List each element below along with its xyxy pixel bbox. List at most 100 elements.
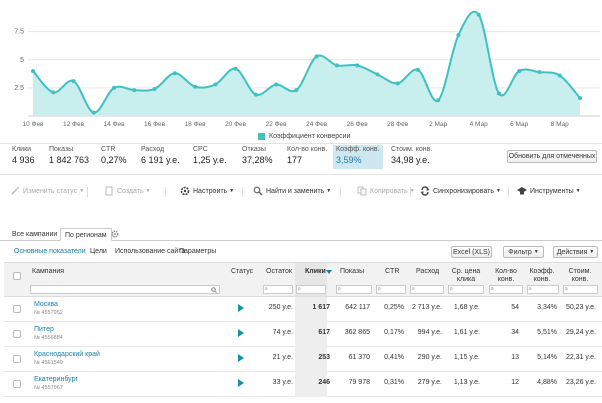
data-point[interactable] — [436, 98, 441, 103]
cell-ctr: 0,25% — [384, 304, 404, 311]
subtab-parameters[interactable]: Параметры — [179, 248, 216, 255]
find-replace-button[interactable]: Найти и заменить ▼ — [253, 186, 331, 196]
data-point[interactable] — [71, 79, 76, 84]
play-status-icon[interactable] — [238, 304, 244, 312]
row-checkbox[interactable] — [13, 330, 21, 338]
campaign-name-link[interactable]: Питер — [34, 326, 54, 333]
x-tick-label: 22 Фев — [266, 121, 288, 128]
campaign-name-link[interactable]: Москва — [34, 301, 58, 308]
play-status-icon[interactable] — [238, 379, 244, 387]
create-button[interactable]: Создать ▼ — [104, 186, 151, 196]
copy-button[interactable]: Копировать ▼ — [357, 186, 415, 196]
ctr-filter-input[interactable]: ≥ — [376, 285, 406, 294]
conv-rate-filter-input[interactable]: ≥ — [527, 285, 559, 294]
data-point[interactable] — [355, 63, 360, 68]
data-point[interactable] — [476, 12, 481, 17]
avg-cpc-filter-input[interactable]: ≥ — [448, 285, 484, 294]
tab-by-regions[interactable]: По регионам — [60, 228, 112, 241]
header-status[interactable]: Статус — [231, 268, 253, 276]
data-point[interactable] — [51, 90, 56, 95]
data-point[interactable] — [152, 87, 157, 91]
cell-clicks: 253 — [318, 354, 330, 361]
header-campaign[interactable]: Кампания — [32, 268, 64, 276]
data-point[interactable] — [395, 81, 400, 86]
export-excel-button[interactable]: Excel (XLS) — [451, 246, 492, 258]
row-checkbox[interactable] — [13, 355, 21, 363]
header-impressions[interactable]: Показы — [340, 268, 364, 276]
table-row[interactable]: Екатеринбург № 4557967 33 у.е. 246 79 97… — [4, 372, 602, 397]
header-spend[interactable]: Расход — [416, 268, 439, 276]
tab-settings-gear-icon[interactable] — [111, 230, 119, 238]
campaign-name-link[interactable]: Краснодарский край — [34, 351, 100, 358]
clicks-filter-input[interactable]: ≥ — [296, 285, 326, 294]
data-point[interactable] — [517, 69, 522, 73]
data-point[interactable] — [415, 67, 420, 72]
cell-avg-cpc: 1,15 у.е. — [453, 354, 480, 361]
header-conv-cost[interactable]: Стоим. конв. — [564, 268, 596, 284]
data-point[interactable] — [31, 69, 35, 73]
y-tick-label: 2.5 — [14, 85, 24, 92]
actions-button[interactable]: Действия ▼ — [553, 246, 598, 258]
chevron-down-icon: ▼ — [79, 188, 85, 194]
data-point[interactable] — [91, 110, 96, 115]
conv-cost-filter-input[interactable]: ≥ — [563, 285, 598, 294]
campaign-id: № 4557952 — [34, 310, 63, 316]
table-row[interactable]: Питер № 4556884 74 у.е. 617 362 865 0,17… — [4, 322, 602, 347]
row-checkbox[interactable] — [13, 380, 21, 388]
impressions-filter-input[interactable]: ≥ — [336, 285, 372, 294]
toolbar-separator — [87, 187, 88, 197]
subtab-main-metrics[interactable]: Основные показатели — [14, 248, 86, 255]
play-status-icon[interactable] — [238, 329, 244, 337]
data-point[interactable] — [112, 85, 117, 90]
data-point[interactable] — [172, 71, 177, 76]
data-point[interactable] — [294, 88, 299, 93]
metric-conv-count: Кол-во конв. 177 — [287, 146, 328, 165]
configure-button[interactable]: Настроить ▼ — [180, 186, 234, 196]
conv-count-filter-input[interactable]: ≥ — [489, 285, 523, 294]
header-conv-rate[interactable]: Коэфф. конв. — [527, 268, 557, 284]
header-clicks[interactable]: Клики — [305, 268, 326, 276]
spend-filter-input[interactable]: ≥ — [410, 285, 444, 294]
row-checkbox[interactable] — [13, 305, 21, 313]
toolbar-separator — [508, 187, 509, 197]
chevron-down-icon: ▼ — [589, 249, 595, 255]
data-point[interactable] — [578, 96, 582, 100]
data-point[interactable] — [375, 72, 380, 77]
sort-desc-icon[interactable] — [326, 270, 332, 274]
header-balance[interactable]: Остаток — [266, 268, 292, 276]
header-avg-cpc[interactable]: Ср. цена клика — [447, 268, 485, 284]
data-point[interactable] — [193, 84, 198, 89]
x-tick-label: 12 Фев — [63, 121, 85, 128]
subtab-site-usage[interactable]: Использование сайта — [115, 248, 185, 255]
header-ctr[interactable]: CTR — [385, 268, 399, 276]
balance-filter-input[interactable]: ≥ — [263, 285, 293, 294]
tools-button[interactable]: Инструменты ▼ — [517, 186, 581, 196]
update-selected-button[interactable]: Обновить для отмеченных — [507, 150, 597, 163]
data-point[interactable] — [314, 54, 319, 59]
data-point[interactable] — [496, 91, 501, 96]
toolbar-separator — [340, 187, 341, 197]
data-point[interactable] — [213, 82, 218, 87]
cell-impressions: 79 978 — [348, 379, 370, 386]
data-point[interactable] — [456, 33, 461, 37]
data-point[interactable] — [557, 73, 562, 78]
sync-button[interactable]: Синхронизировать ▼ — [420, 186, 501, 196]
filter-button[interactable]: Фильтр ▼ — [503, 246, 544, 258]
campaign-filter-input[interactable] — [30, 285, 220, 294]
table-row[interactable]: Краснодарский край № 4561549 21 у.е. 253… — [4, 347, 602, 372]
metric-conv-rate[interactable]: Коэфф. конв. 3,59% — [333, 145, 383, 169]
table-row[interactable]: Москва № 4557952 250 у.е. 1 617 642 117 … — [4, 297, 602, 322]
data-point[interactable] — [537, 70, 542, 75]
play-status-icon[interactable] — [238, 354, 244, 362]
change-status-button[interactable]: Изменить статус ▼ — [10, 186, 84, 196]
data-point[interactable] — [233, 66, 238, 71]
subtab-goals[interactable]: Цели — [90, 248, 107, 255]
campaign-name-link[interactable]: Екатеринбург — [34, 376, 78, 383]
data-point[interactable] — [274, 82, 279, 87]
header-conv-count[interactable]: Кол-во конв. — [490, 268, 522, 284]
toolbar-separator — [410, 187, 411, 197]
data-point[interactable] — [132, 88, 137, 93]
data-point[interactable] — [253, 92, 258, 97]
select-all-checkbox[interactable] — [13, 272, 21, 280]
data-point[interactable] — [334, 63, 339, 68]
